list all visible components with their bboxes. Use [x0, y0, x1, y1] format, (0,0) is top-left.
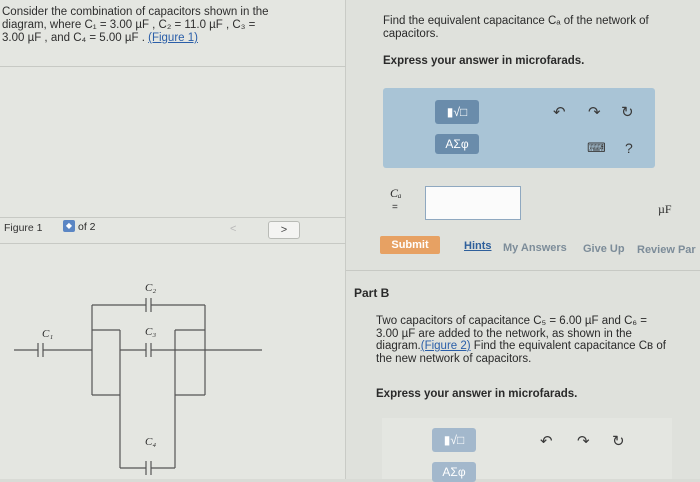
problem-statement: Consider the combination of capacitors s… — [2, 6, 332, 45]
undo-icon[interactable]: ↶ — [553, 103, 566, 121]
undo-icon[interactable]: ↶ — [540, 432, 553, 450]
previous-figure-button[interactable]: < — [230, 223, 236, 235]
keyboard-icon[interactable]: ⌨ — [587, 140, 606, 156]
equals-sign: = — [392, 202, 398, 213]
review-part-link[interactable]: Review Par — [637, 244, 696, 256]
greek-symbols-button[interactable]: ΑΣφ — [432, 462, 476, 482]
part-a-math-toolbar: ▮√□ ΑΣφ ↶ ↷ ↻ ⌨ ? — [383, 88, 655, 168]
divider — [346, 270, 700, 271]
part-b-instruction: Express your answer in microfarads. — [376, 388, 578, 400]
problem-line-2: diagram, where C₁ = 3.00 µF , C₂ = 11.0 … — [2, 19, 256, 31]
reset-icon[interactable]: ↻ — [621, 103, 634, 121]
help-icon[interactable]: ? — [625, 140, 633, 156]
part-b-line-1: Two capacitors of capacitance C₅ = 6.00 … — [376, 315, 647, 327]
c2-label: C₂ — [145, 282, 157, 294]
divider — [0, 66, 346, 67]
c1-label: C₁ — [42, 328, 54, 340]
divider — [0, 243, 346, 244]
figure-label: Figure 1 — [4, 222, 43, 234]
part-b-line-3-tail: Find the equivalent capacitance Cʙ of — [470, 340, 666, 352]
c4-label: C₄ — [145, 436, 157, 448]
my-answers-link[interactable]: My Answers — [503, 242, 567, 254]
part-b-line-2: 3.00 µF are added to the network, as sho… — [376, 327, 632, 340]
next-figure-button[interactable]: > — [268, 221, 300, 239]
part-b-line-4: the new network of capacitors. — [376, 352, 532, 365]
part-a-question-line-2: capacitors. — [383, 28, 439, 40]
answer-input[interactable] — [425, 186, 521, 220]
unit-label: µF — [658, 202, 672, 216]
reset-icon[interactable]: ↻ — [612, 432, 625, 450]
c3-label: C₃ — [145, 326, 157, 338]
part-b-line-3-text: diagram. — [376, 340, 421, 352]
part-b-question: Two capacitors of capacitance C₅ = 6.00 … — [376, 315, 696, 365]
give-up-link[interactable]: Give Up — [583, 243, 625, 255]
part-b-line-3: diagram.(Figure 2) Find the equivalent c… — [376, 340, 696, 353]
hints-link[interactable]: Hints — [464, 240, 492, 252]
part-b-title: Part B — [354, 286, 390, 300]
part-b-math-toolbar: ▮√□ ΑΣφ ↶ ↷ ↻ — [382, 418, 672, 482]
templates-button[interactable]: ▮√□ — [432, 428, 476, 452]
figure-2-link[interactable]: (Figure 2) — [421, 340, 471, 352]
figure-count: of 2 — [78, 221, 96, 233]
problem-line-3: 3.00 µF , and C₄ = 5.00 µF . (Figure 1) — [2, 32, 332, 45]
capacitor-diagram — [14, 298, 262, 475]
redo-icon[interactable]: ↷ — [588, 103, 601, 121]
divider — [0, 217, 346, 218]
part-a-instruction: Express your answer in microfarads. — [383, 55, 585, 67]
figure-1-link[interactable]: (Figure 1) — [148, 32, 198, 44]
part-a-question-line-1: Find the equivalent capacitance Cₐ of th… — [383, 15, 649, 27]
figure-select-icon[interactable]: ◆ — [63, 220, 75, 232]
part-a-question: Find the equivalent capacitance Cₐ of th… — [383, 15, 688, 41]
equation-label: Cₐ — [390, 186, 402, 200]
greek-symbols-button[interactable]: ΑΣφ — [435, 134, 479, 154]
problem-line-1: Consider the combination of capacitors s… — [2, 6, 269, 18]
problem-line-3-text: 3.00 µF , and C₄ = 5.00 µF . — [2, 32, 149, 44]
submit-button[interactable]: Submit — [380, 236, 440, 254]
redo-icon[interactable]: ↷ — [577, 432, 590, 450]
templates-button[interactable]: ▮√□ — [435, 100, 479, 124]
